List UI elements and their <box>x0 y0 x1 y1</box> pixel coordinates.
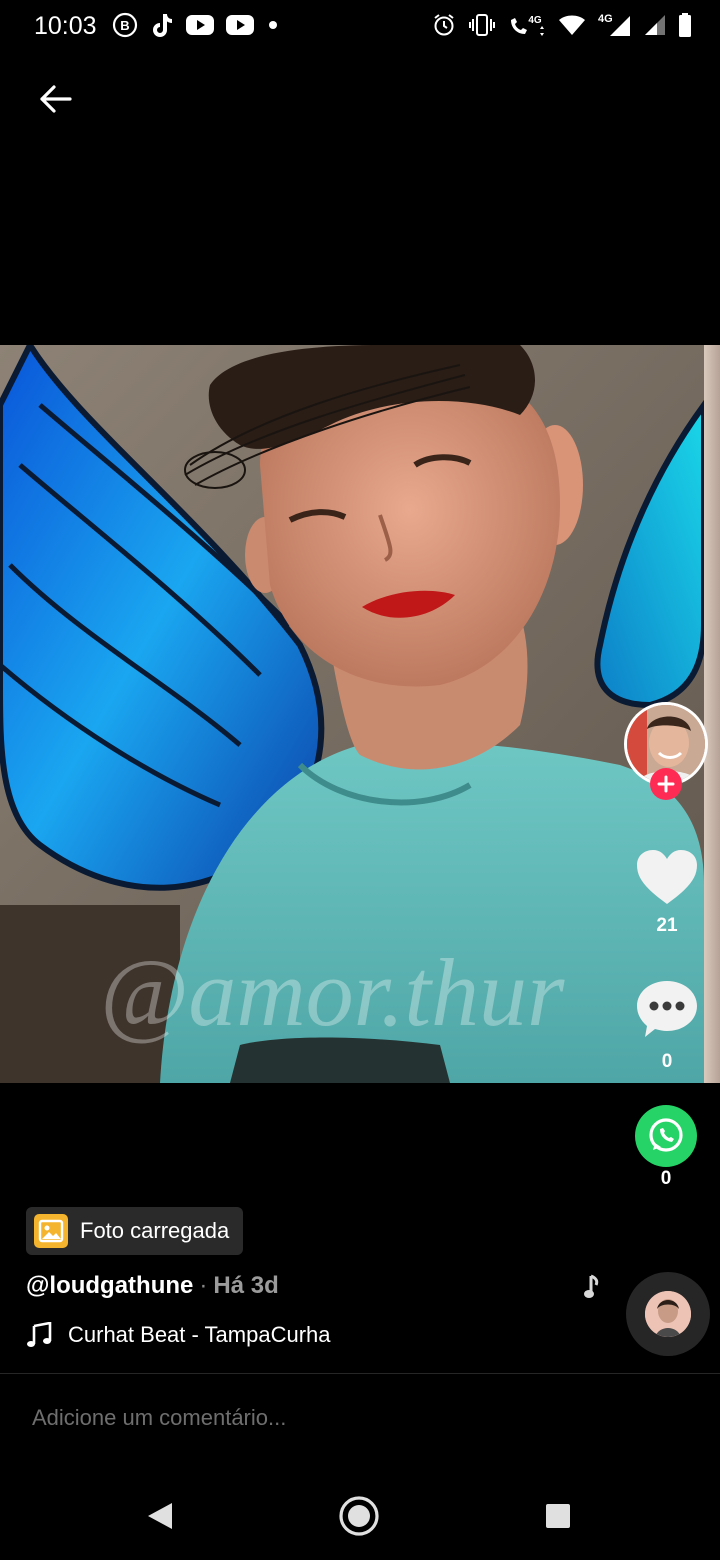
network-label: 4G <box>598 13 613 25</box>
svg-text:B: B <box>120 18 129 33</box>
share-count: 0 <box>660 1168 672 1189</box>
screen: 10:03 B 4G 4G @amor.thur 21 0 0 Foto car… <box>0 0 720 1560</box>
image-icon <box>34 1214 68 1248</box>
arrow-left-icon <box>40 85 72 113</box>
post-meta: @loudgathune · Há 3d <box>26 1272 279 1300</box>
alarm-icon <box>432 13 456 37</box>
youtube-icon <box>186 14 214 36</box>
nav-back-button[interactable] <box>138 1494 182 1538</box>
status-bar: 10:03 B 4G 4G <box>0 0 720 56</box>
comment-divider <box>0 1373 720 1374</box>
music-title: Curhat Beat - TampaCurha <box>68 1322 331 1347</box>
dot-icon <box>266 18 280 32</box>
recents-square-icon <box>546 1504 570 1528</box>
share-whatsapp-button[interactable] <box>634 1104 698 1168</box>
back-triangle-icon <box>148 1503 172 1529</box>
photo-uploaded-badge: Foto carregada <box>26 1207 244 1255</box>
like-count: 21 <box>656 915 678 936</box>
signal-icon <box>644 14 666 36</box>
music-disc-button[interactable] <box>626 1272 710 1356</box>
follow-button[interactable] <box>650 768 682 800</box>
comment-count: 0 <box>661 1051 673 1072</box>
music-note-icon <box>582 1272 604 1307</box>
plus-icon <box>657 775 675 793</box>
post-photo[interactable]: @amor.thur <box>0 345 704 1083</box>
tiktok-icon <box>150 12 174 38</box>
music-notes-icon <box>27 1322 52 1347</box>
wifi-icon <box>558 14 586 36</box>
next-photo-edge <box>704 345 720 1083</box>
comment-button[interactable] <box>634 978 700 1040</box>
back-button[interactable] <box>30 74 80 124</box>
heart-icon <box>637 850 697 904</box>
battery-icon <box>678 12 692 38</box>
nav-recents-button[interactable] <box>536 1494 580 1538</box>
system-nav-bar <box>0 1472 720 1560</box>
vibrate-icon <box>468 13 496 37</box>
music-disc-cover <box>645 1291 691 1337</box>
call-network-label: 4G <box>528 15 542 26</box>
comment-bubble-icon <box>637 981 697 1037</box>
like-button[interactable] <box>634 846 700 908</box>
volte-call-icon: 4G <box>508 12 546 38</box>
meta-separator: · <box>199 1272 208 1299</box>
b-icon: B <box>112 12 138 38</box>
home-circle-icon <box>339 1496 379 1536</box>
youtube-icon <box>226 14 254 36</box>
notification-icons: B <box>112 12 280 38</box>
username-link[interactable]: @loudgathune <box>26 1272 193 1300</box>
status-time: 10:03 <box>34 12 97 40</box>
music-row[interactable]: Curhat Beat - TampaCurha <box>26 1322 343 1348</box>
photo-watermark: @amor.thur <box>100 939 565 1046</box>
system-icons: 4G 4G <box>432 12 692 38</box>
signal-icon: 4G <box>598 12 632 38</box>
comment-input[interactable]: Adicione um comentário... <box>32 1405 286 1431</box>
photo-badge-label: Foto carregada <box>80 1218 230 1243</box>
nav-home-button[interactable] <box>337 1494 381 1538</box>
whatsapp-icon <box>635 1105 697 1167</box>
posted-time: Há 3d <box>213 1272 279 1299</box>
